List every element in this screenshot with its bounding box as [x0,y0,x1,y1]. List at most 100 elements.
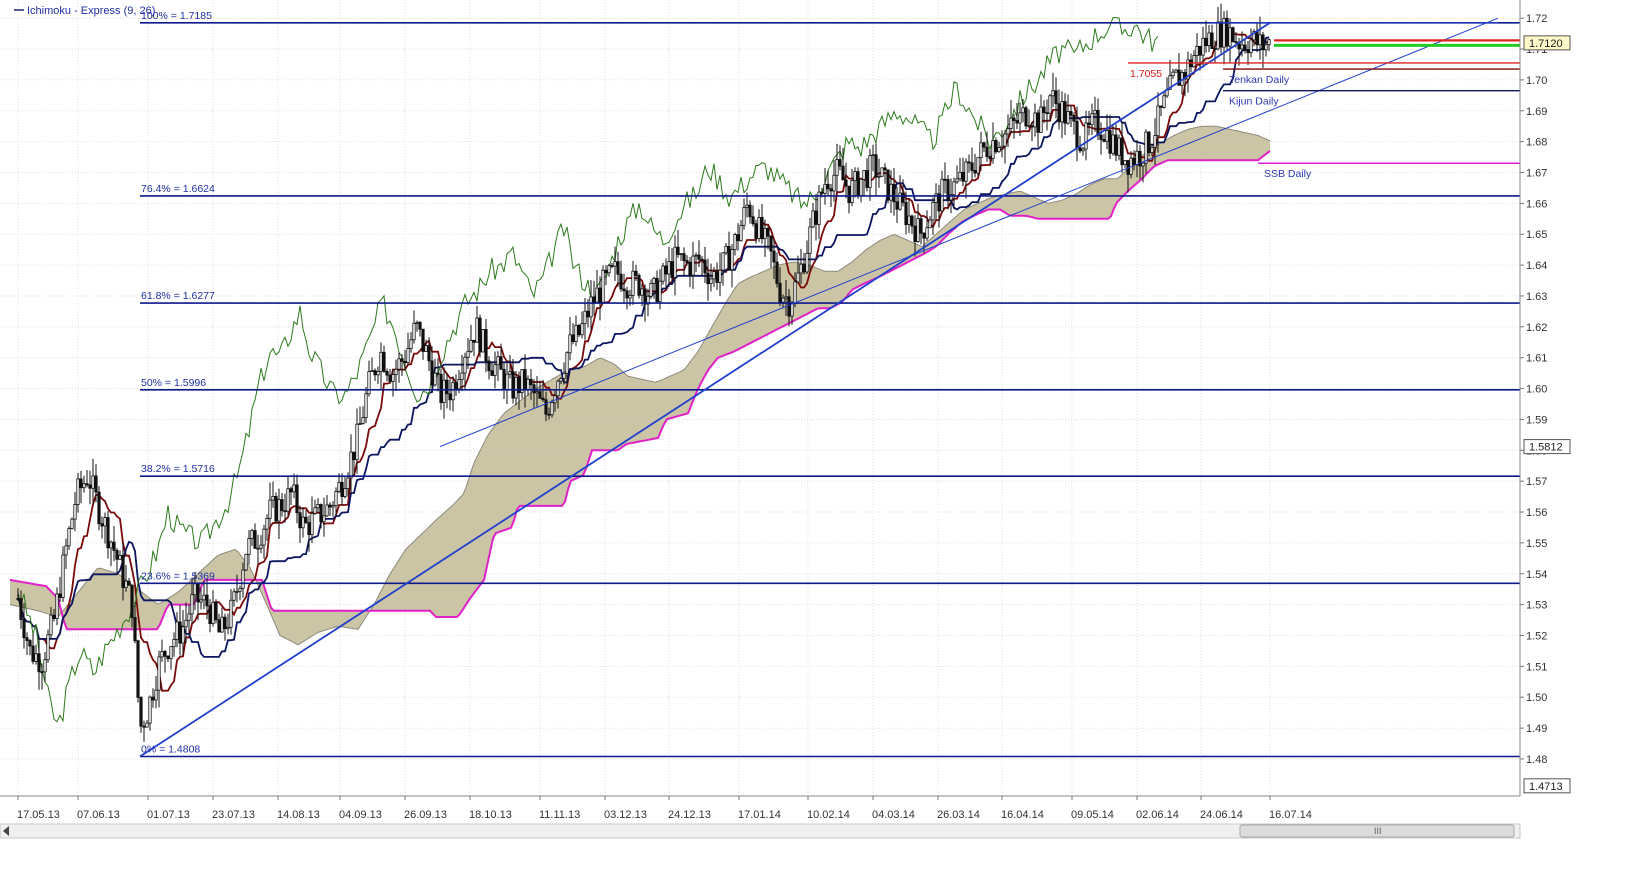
x-tick-label: 23.07.13 [212,809,255,821]
y-tick-label: 1.56 [1526,507,1547,519]
candle-body [457,379,461,390]
candle-body [679,253,683,256]
candle-body [799,263,803,274]
candle-body [223,616,227,630]
candle-body [757,217,761,239]
candle-body [106,517,110,549]
x-tick-label: 04.09.13 [339,809,382,821]
candle-body [475,317,479,343]
candle-body [232,591,236,601]
candle-body [1141,162,1145,167]
candle-body [991,140,995,159]
candle-body [736,234,740,242]
candle-body [484,329,488,362]
candle-body [256,547,260,550]
candle-body [376,370,380,376]
candle-body [193,583,197,596]
candle-body [535,391,539,394]
candle-body [1042,106,1046,114]
daily-level-label: SSB Daily [1264,168,1312,180]
candle-body [928,219,932,229]
fib-level-label: 61.8% = 1.6277 [141,290,215,302]
candle-body [355,423,359,461]
x-tick-label: 24.12.13 [668,809,711,821]
scrollbar-layer[interactable]: III [0,823,1521,839]
candle-body [1117,137,1121,156]
candle-body [1246,49,1250,54]
candle-body [49,614,53,636]
candle-body [1231,27,1235,42]
candle-body [88,484,92,489]
fib-level-label: 76.4% = 1.6624 [141,183,215,195]
candle-body [1090,113,1094,126]
candle-body [952,181,956,196]
candle-body [913,225,917,242]
candle-body [211,601,215,625]
y-tick-label: 1.64 [1526,260,1547,272]
candle-body [574,324,578,343]
candle-body [787,296,791,317]
candle-body [439,373,443,403]
candle-body [229,599,233,628]
candle-body [385,371,389,376]
candle-body [1159,105,1163,108]
candle-body [1030,125,1034,128]
candle-body [583,310,587,325]
candle-body [592,296,596,303]
daily-level-label: Kijun Daily [1229,96,1279,108]
candle-body [328,504,332,508]
candle-body [526,378,530,390]
candle-body [544,399,548,415]
candle-body [139,697,143,727]
candle-body [673,246,677,278]
candle-body [166,655,170,660]
candle-body [637,275,641,296]
candle-body [616,261,620,275]
candle-body [298,512,302,529]
candle-body [1012,117,1016,121]
candle-body [427,345,431,362]
candle-body [547,413,551,416]
candle-body [589,296,593,318]
candle-body [67,528,71,547]
candle-body [202,594,206,601]
candle-body [346,477,350,489]
candle-body [226,626,230,630]
candle-body [448,393,452,401]
x-tick-label: 09.05.14 [1071,809,1114,821]
y-tick-label: 1.72 [1526,13,1547,25]
candle-body [364,393,368,418]
candle-body [1093,109,1097,115]
candle-body [415,321,419,324]
y-tick-label: 1.49 [1526,723,1547,735]
candle-body [1156,105,1160,137]
y-tick-label: 1.51 [1526,661,1547,673]
candle-body [568,334,572,354]
x-tick-label: 26.09.13 [404,809,447,821]
candle-body [964,161,968,182]
candle-body [925,227,929,239]
candle-body [1162,95,1166,108]
candle-body [796,272,800,283]
candle-body [934,193,938,203]
candle-body [844,179,848,187]
candle-body [1066,111,1070,124]
y-tick-label: 1.61 [1526,353,1547,365]
candle-body [967,161,971,164]
candle-body [622,288,626,292]
candle-body [40,671,44,674]
candle-body [1006,128,1010,135]
candle-body [184,619,188,628]
candle-body [196,583,200,603]
candle-body [598,287,602,303]
candle-body [532,384,536,394]
candle-body [682,253,686,261]
candle-body [859,178,863,197]
candle-body [238,587,242,592]
candle-body [853,171,857,182]
candle-body [694,254,698,257]
candle-body [406,348,410,364]
candle-body [541,397,545,401]
candle-body [271,496,275,501]
candle-body [250,530,254,539]
